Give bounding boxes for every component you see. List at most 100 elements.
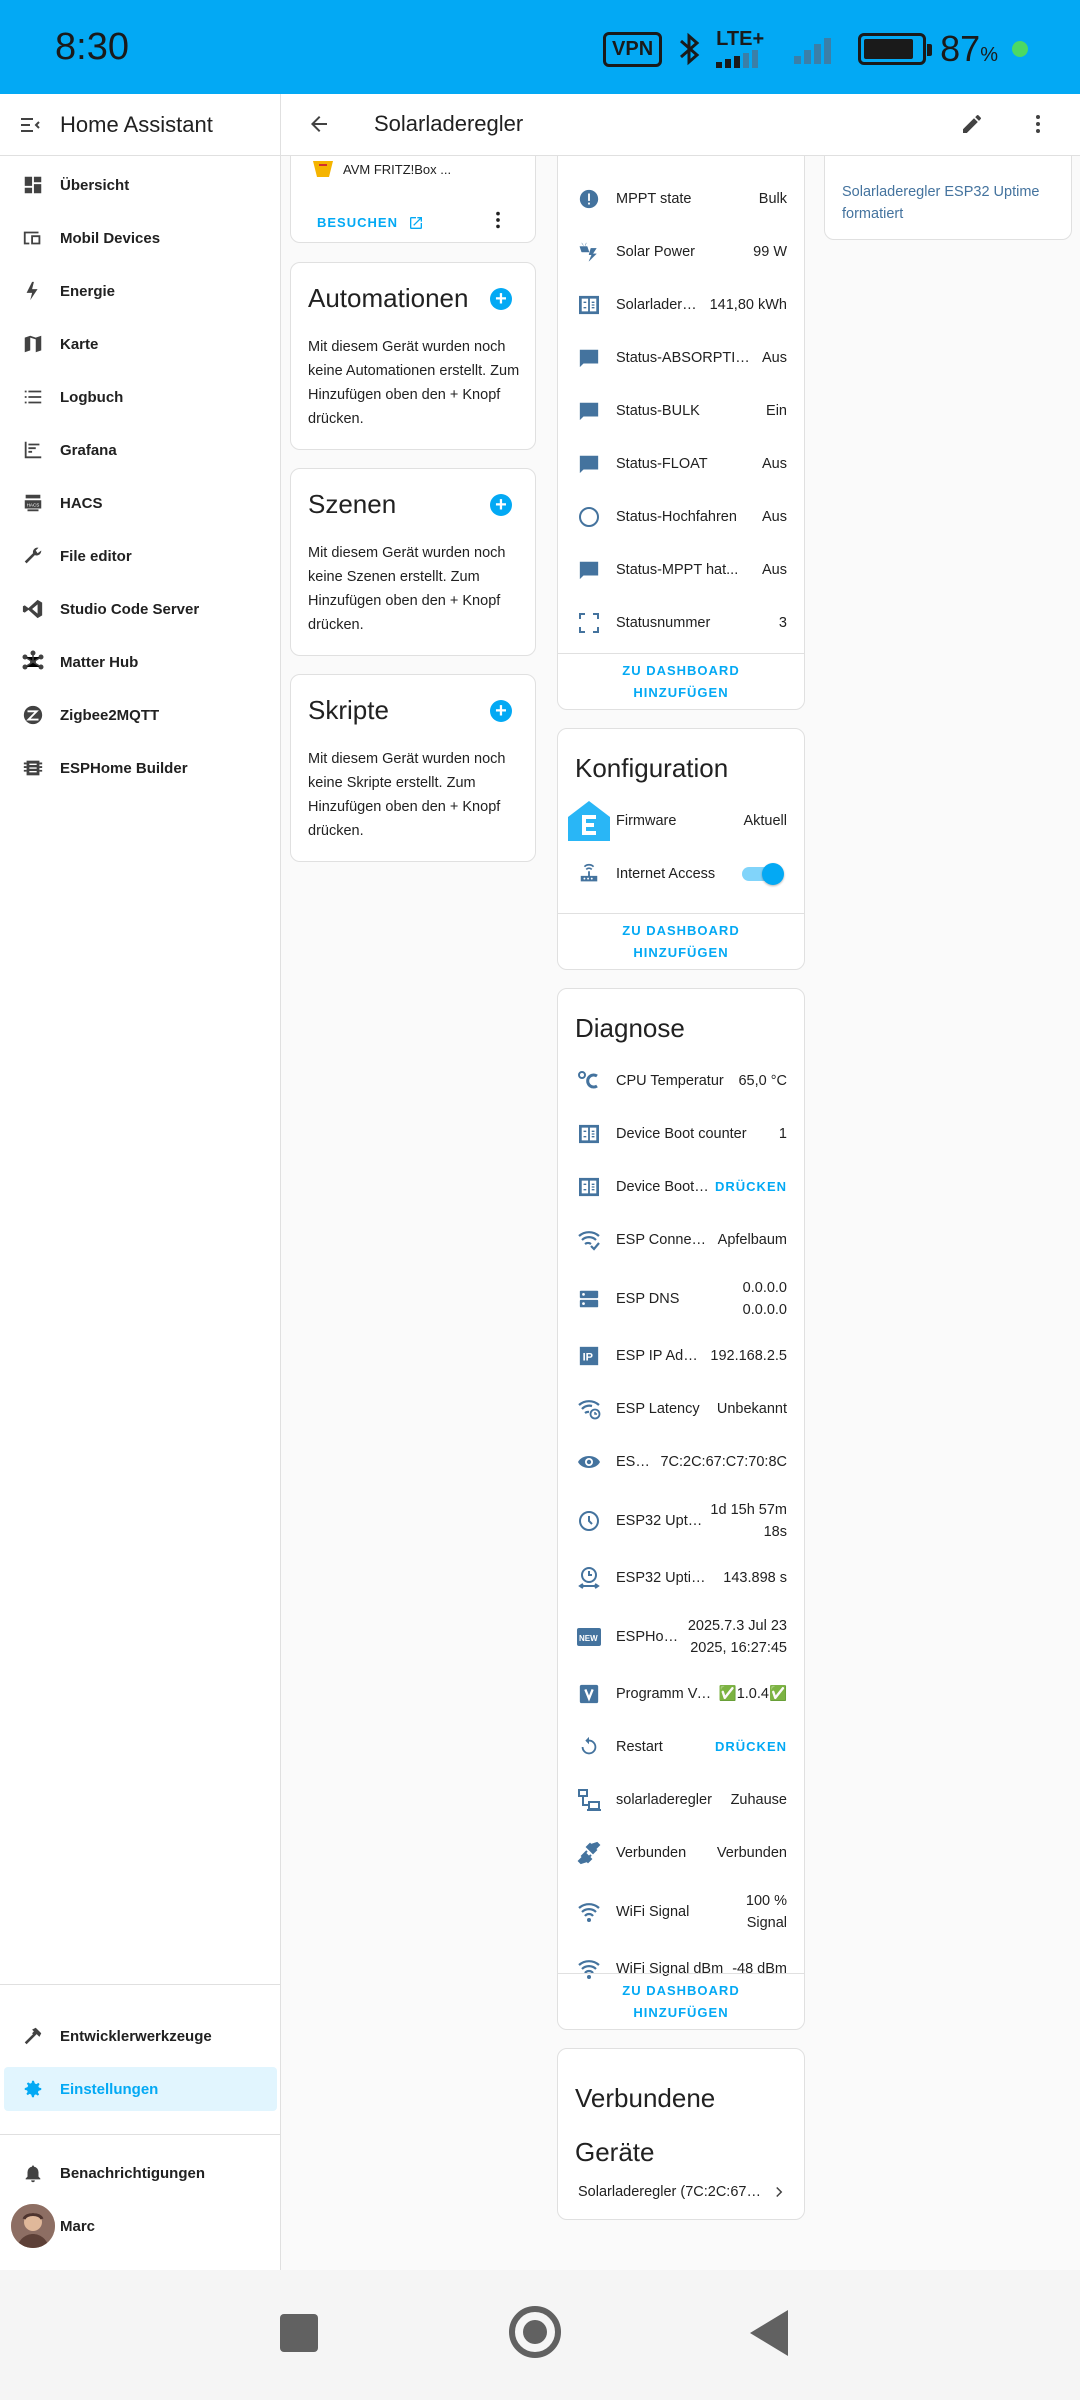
app-header: Solarladeregler: [281, 94, 1080, 156]
alert-circle-icon: [579, 189, 599, 209]
sidebar-item-entwicklerwerkzeuge[interactable]: Entwicklerwerkzeuge: [4, 2014, 277, 2058]
add-automation-button[interactable]: +: [490, 288, 512, 310]
sensor-row-status-mppt[interactable]: Status-MPPT hat... Aus: [558, 548, 804, 592]
back-button[interactable]: [307, 112, 331, 136]
device-link-label: AVM FRITZ!Box ...: [343, 161, 452, 177]
recents-button[interactable]: [280, 2314, 318, 2352]
visit-label: BESUCHEN: [317, 215, 398, 230]
eye-icon: [578, 1456, 600, 1468]
add-script-button[interactable]: +: [490, 700, 512, 722]
sensor-row-solar-power[interactable]: Solar Power 99 W: [558, 230, 804, 274]
diagnose-name: Restart: [616, 1739, 663, 1755]
device-menu-button[interactable]: [487, 209, 509, 231]
sidebar-item-label: HACS: [60, 494, 103, 512]
boot-reset-press-button[interactable]: DRÜCKEN: [709, 1176, 804, 1198]
sidebar-item-label: Energie: [60, 282, 116, 300]
logbook-entry[interactable]: Solarladeregler ESP32 Uptime formatiert: [842, 181, 1057, 225]
privacy-dot: [1012, 41, 1028, 57]
config-add-dashboard-button[interactable]: ZU DASHBOARD HINZUFÜGEN: [558, 913, 804, 969]
sensor-value: 141,80 kWh: [709, 297, 787, 313]
diagnose-row-cpu-temperature[interactable]: CPU Temperatur 65,0 °C: [558, 1059, 804, 1103]
restart-press-button[interactable]: DRÜCKEN: [709, 1736, 804, 1758]
sidebar-item-uebersicht[interactable]: Übersicht: [4, 163, 277, 207]
sidebar-item-label: Grafana: [60, 441, 117, 459]
connected-device-item[interactable]: Solarladeregler (7C:2C:67:C7:70:8C): [578, 2183, 788, 2201]
sidebar-item-grafana[interactable]: Grafana: [4, 428, 277, 472]
menu-toggle-button[interactable]: [0, 113, 60, 137]
config-row-firmware[interactable]: Firmware Aktuell: [558, 799, 804, 843]
diagnose-value: 2025.7.3 Jul 23 2025, 16:27:45: [687, 1618, 787, 1656]
diagnose-value: ✅1.0.4✅: [718, 1686, 787, 1702]
sensor-value: Ein: [766, 403, 787, 419]
internet-access-toggle[interactable]: [742, 863, 784, 885]
diagnose-row-verbunden[interactable]: Verbunden Verbunden: [558, 1831, 804, 1875]
diagnose-value: Apfelbaum: [717, 1232, 787, 1248]
sidebar-item-file-editor[interactable]: File editor: [4, 534, 277, 578]
sidebar-item-einstellungen[interactable]: Einstellungen: [4, 2067, 277, 2111]
message-icon: [579, 455, 599, 474]
sidebar-item-matter-hub[interactable]: Matter Hub: [4, 640, 277, 684]
sensor-row-status-hochfahren[interactable]: Status-Hochfahren Aus: [558, 495, 804, 539]
diagnose-row-wifi-signal[interactable]: WiFi Signal 100 % Signal: [558, 1884, 804, 1940]
user-name: Marc: [60, 2217, 96, 2235]
sidebar-item-label: Einstellungen: [60, 2080, 159, 2098]
diagnose-row-programm-version[interactable]: Programm Version ✅1.0.4✅: [558, 1672, 804, 1716]
list-icon: [24, 390, 42, 404]
edit-button[interactable]: [960, 112, 984, 136]
device-link-row[interactable]: AVM FRITZ!Box ...: [311, 161, 451, 177]
sidebar-item-user[interactable]: Marc: [4, 2204, 277, 2248]
sidebar-item-zigbee2mqtt[interactable]: Zigbee2MQTT: [4, 693, 277, 737]
sensor-name: Statusnummer: [616, 615, 711, 631]
status-icons: VPN LTE+ 87%: [603, 28, 1028, 70]
sidebar: Home Assistant Übersicht Mobil Devices E…: [0, 94, 281, 2270]
add-scene-button[interactable]: +: [490, 494, 512, 516]
sensor-row-status-absorption[interactable]: Status-ABSORPTION Aus: [558, 336, 804, 380]
scenes-card: Szenen + Mit diesem Gerät wurden noch ke…: [290, 468, 536, 656]
message-icon: [579, 561, 599, 580]
sidebar-item-karte[interactable]: Karte: [4, 322, 277, 366]
sensor-row-status-float[interactable]: Status-FLOAT Aus: [558, 442, 804, 486]
config-row-internet-access[interactable]: Internet Access: [558, 852, 804, 896]
diagnose-name: Programm Version: [616, 1686, 713, 1702]
visit-button[interactable]: BESUCHEN: [317, 212, 424, 234]
gear-icon: [24, 2080, 42, 2098]
sidebar-item-logbuch[interactable]: Logbuch: [4, 375, 277, 419]
diagnose-row-esp-latency[interactable]: ESP Latency Unbekannt: [558, 1387, 804, 1431]
sidebar-item-hacs[interactable]: HACS HACS: [4, 481, 277, 525]
sidebar-item-energie[interactable]: Energie: [4, 269, 277, 313]
battery-percent: 87%: [940, 28, 998, 69]
sensors-add-dashboard-button[interactable]: ZU DASHBOARD HINZUFÜGEN: [558, 653, 804, 709]
diagnose-row-esp-ip[interactable]: IP ESP IP Address 192.168.2.5: [558, 1334, 804, 1378]
diagnose-row-esp-dns[interactable]: ESP DNS 0.0.0.0 0.0.0.0: [558, 1271, 804, 1327]
more-options-button[interactable]: [1026, 112, 1050, 136]
sensor-row-statusnummer[interactable]: Statusnummer 3: [558, 601, 804, 645]
connected-devices-card: Verbundene Geräte Solarladeregler (7C:2C:…: [557, 2048, 805, 2220]
dots-vertical-icon: [496, 211, 500, 229]
diagnose-add-dashboard-button[interactable]: ZU DASHBOARD HINZUFÜGEN: [558, 1973, 804, 2029]
sidebar-item-label: File editor: [60, 547, 132, 565]
sensor-row-solarladeregler-ertrag[interactable]: Solarladeregler Ertrag 141,80 kWh: [558, 283, 804, 327]
diagnose-name: CPU Temperatur: [616, 1073, 724, 1089]
sidebar-item-esphome-builder[interactable]: ESPHome Builder: [4, 746, 277, 790]
sensor-row-status-bulk[interactable]: Status-BULK Ein: [558, 389, 804, 433]
diagnose-value: Verbunden: [716, 1845, 787, 1861]
scan-icon: [579, 613, 599, 633]
back-nav-button[interactable]: [750, 2310, 788, 2356]
sidebar-item-mobil-devices[interactable]: Mobil Devices: [4, 216, 277, 260]
avatar: [11, 2204, 55, 2248]
diagnose-row-esp-ssid[interactable]: ESP Connected SSID Apfelbaum: [558, 1218, 804, 1262]
configuration-card: Konfiguration Firmware Aktuell Internet …: [557, 728, 805, 970]
diagnose-row-esphome-version[interactable]: NEW ESPHome Version 2025.7.3 Jul 232025,…: [558, 1609, 804, 1665]
diagnose-row-boot-counter[interactable]: Device Boot counter 1: [558, 1112, 804, 1156]
sidebar-item-studio-code-server[interactable]: Studio Code Server: [4, 587, 277, 631]
diagnose-row-esp32-uptime-seconds[interactable]: ESP32 Uptime s 143.898 s: [558, 1556, 804, 1600]
diagnose-row-esp32-uptime[interactable]: ESP32 Uptime 1d 15h 57m 18s: [558, 1493, 804, 1549]
home-button[interactable]: [509, 2306, 561, 2358]
diagnose-row-network[interactable]: solarladeregler Zuhause: [558, 1778, 804, 1822]
sensor-name: Solar Power: [616, 244, 695, 260]
bell-icon: [25, 2165, 41, 2183]
diagnose-row-esp-mac[interactable]: ESP MAC 7C:2C:67:C7:70:8C: [558, 1440, 804, 1484]
sidebar-item-benachrichtigungen[interactable]: Benachrichtigungen: [4, 2151, 277, 2195]
battery-fill: [864, 39, 913, 59]
sensor-row-mppt-state[interactable]: MPPT state Bulk: [558, 177, 804, 221]
